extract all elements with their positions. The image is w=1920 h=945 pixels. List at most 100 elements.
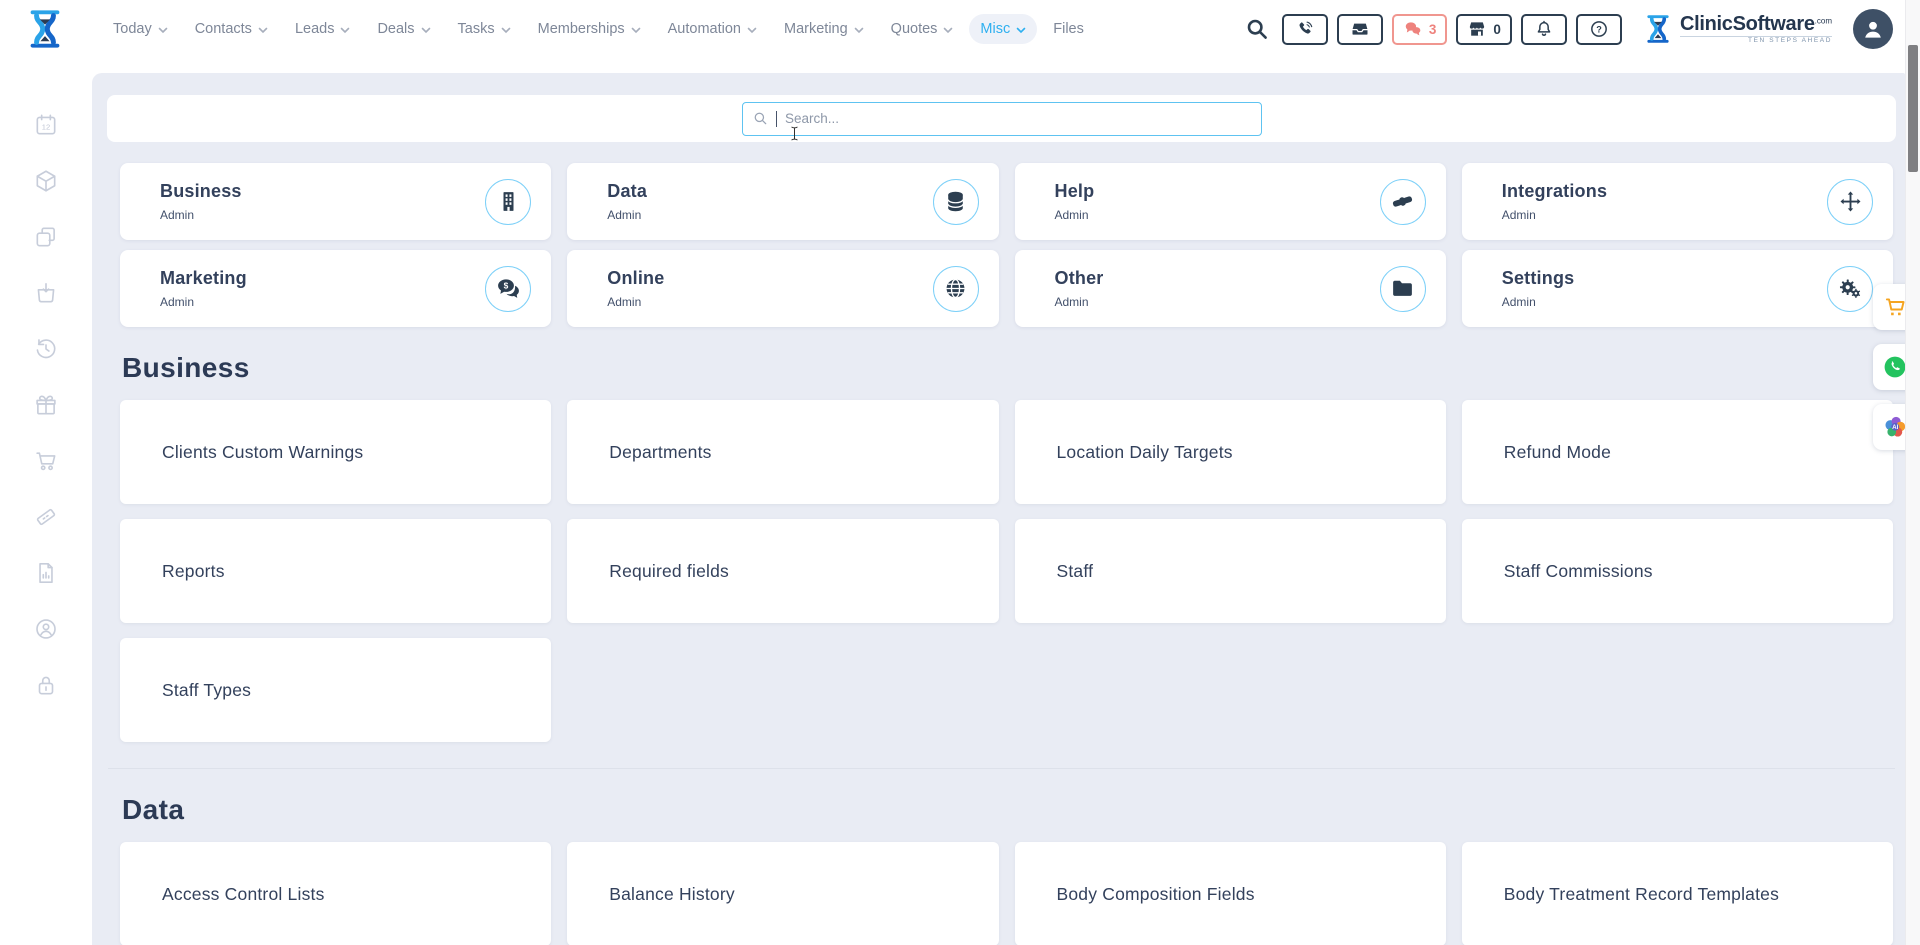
left-sidebar: 12 bbox=[0, 58, 92, 945]
chevron-down-icon bbox=[501, 27, 511, 34]
category-card-online[interactable]: Online Admin bbox=[567, 250, 998, 327]
nav-memberships[interactable]: Memberships bbox=[527, 14, 652, 44]
register-button[interactable]: 0 bbox=[1456, 14, 1512, 45]
tile-clients-custom-warnings[interactable]: Clients Custom Warnings bbox=[120, 400, 551, 504]
brand-tld: .com bbox=[1815, 16, 1832, 25]
copy-icon[interactable] bbox=[33, 224, 59, 250]
nav-quotes[interactable]: Quotes bbox=[880, 14, 965, 44]
lock-icon[interactable] bbox=[33, 672, 59, 698]
tile-reports[interactable]: Reports bbox=[120, 519, 551, 623]
text-caret bbox=[776, 111, 778, 127]
tile-balance-history[interactable]: Balance History bbox=[567, 842, 998, 945]
inbox-button[interactable] bbox=[1337, 14, 1383, 45]
tile-body-composition-fields[interactable]: Body Composition Fields bbox=[1015, 842, 1446, 945]
chevron-down-icon bbox=[943, 27, 953, 34]
category-card-settings[interactable]: Settings Admin bbox=[1462, 250, 1893, 327]
report-icon[interactable] bbox=[33, 560, 59, 586]
category-card-marketing[interactable]: Marketing Admin $ bbox=[120, 250, 551, 327]
user-circle-icon[interactable] bbox=[33, 616, 59, 642]
tile-required-fields[interactable]: Required fields bbox=[567, 519, 998, 623]
chevron-down-icon bbox=[854, 27, 864, 34]
gears-icon bbox=[1827, 266, 1873, 312]
data-tiles: Access Control Lists Balance History Bod… bbox=[120, 842, 1893, 945]
brand-tagline: TEN STEPS AHEAD bbox=[1680, 36, 1832, 45]
phone-button[interactable] bbox=[1282, 14, 1328, 45]
nav-marketing[interactable]: Marketing bbox=[773, 14, 875, 44]
header-actions: 3 0 ? bbox=[1245, 9, 1893, 49]
chevron-down-icon bbox=[747, 27, 757, 34]
nav-tasks[interactable]: Tasks bbox=[447, 14, 522, 44]
folder-icon bbox=[1380, 266, 1426, 312]
nav-today[interactable]: Today bbox=[102, 14, 179, 44]
tile-staff[interactable]: Staff bbox=[1015, 519, 1446, 623]
category-card-business[interactable]: Business Admin bbox=[120, 163, 551, 240]
tile-body-treatment-record-templates[interactable]: Body Treatment Record Templates bbox=[1462, 842, 1893, 945]
cube-icon[interactable] bbox=[33, 168, 59, 194]
chevron-down-icon bbox=[158, 27, 168, 34]
globe-icon bbox=[933, 266, 979, 312]
svg-text:AI: AI bbox=[1892, 424, 1899, 431]
move-arrows-icon bbox=[1827, 179, 1873, 225]
page-scrollbar[interactable] bbox=[1905, 0, 1920, 945]
section-title-data: Data bbox=[122, 794, 1905, 826]
text-cursor-pointer bbox=[787, 126, 802, 141]
svg-text:?: ? bbox=[1596, 24, 1602, 34]
clinicsoftware-brand[interactable]: ClinicSoftware.com TEN STEPS AHEAD bbox=[1641, 11, 1832, 47]
tile-location-daily-targets[interactable]: Location Daily Targets bbox=[1015, 400, 1446, 504]
search-icon[interactable] bbox=[1245, 17, 1269, 41]
bell-icon bbox=[1534, 19, 1554, 39]
help-icon: ? bbox=[1589, 19, 1609, 39]
tile-staff-types[interactable]: Staff Types bbox=[120, 638, 551, 742]
tile-staff-commissions[interactable]: Staff Commissions bbox=[1462, 519, 1893, 623]
category-card-other[interactable]: Other Admin bbox=[1015, 250, 1446, 327]
chat-icon bbox=[1403, 19, 1423, 39]
basket-down-icon[interactable] bbox=[33, 280, 59, 306]
misc-admin-panel: Business Admin Data Admin Help bbox=[92, 73, 1905, 945]
database-icon bbox=[933, 179, 979, 225]
chevron-down-icon bbox=[258, 27, 268, 34]
hourglass-logo-icon bbox=[1641, 11, 1675, 47]
clinicsoftware-app: Today Contacts Leads Deals Tasks Members… bbox=[0, 0, 1920, 945]
chat-count-badge: 3 bbox=[1429, 22, 1437, 37]
user-avatar[interactable] bbox=[1853, 9, 1893, 49]
category-card-data[interactable]: Data Admin bbox=[567, 163, 998, 240]
hourglass-logo-icon[interactable] bbox=[22, 5, 68, 53]
comments-dollar-icon: $ bbox=[485, 266, 531, 312]
tag-icon[interactable] bbox=[33, 504, 59, 530]
tile-departments[interactable]: Departments bbox=[567, 400, 998, 504]
cart-icon[interactable] bbox=[33, 448, 59, 474]
help-button[interactable]: ? bbox=[1576, 14, 1622, 45]
search-field[interactable] bbox=[742, 102, 1262, 136]
section-divider bbox=[108, 768, 1895, 769]
search-icon bbox=[753, 111, 768, 126]
section-title-business: Business bbox=[122, 352, 1905, 384]
chevron-down-icon bbox=[421, 27, 431, 34]
brand-name: ClinicSoftware bbox=[1680, 13, 1815, 35]
svg-text:12: 12 bbox=[42, 123, 50, 132]
inbox-icon bbox=[1350, 19, 1370, 39]
nav-contacts[interactable]: Contacts bbox=[184, 14, 279, 44]
nav-deals[interactable]: Deals bbox=[366, 14, 441, 44]
category-cards: Business Admin Data Admin Help bbox=[120, 163, 1893, 327]
handshake-icon bbox=[1380, 179, 1426, 225]
main-nav: Today Contacts Leads Deals Tasks Members… bbox=[102, 14, 1095, 44]
nav-automation[interactable]: Automation bbox=[657, 14, 768, 44]
user-icon bbox=[1860, 16, 1886, 42]
chat-button[interactable]: 3 bbox=[1392, 14, 1448, 45]
calendar-12-icon[interactable]: 12 bbox=[33, 112, 59, 138]
nav-misc[interactable]: Misc bbox=[969, 14, 1037, 44]
tile-refund-mode[interactable]: Refund Mode bbox=[1462, 400, 1893, 504]
nav-files[interactable]: Files bbox=[1042, 14, 1095, 44]
tile-access-control-lists[interactable]: Access Control Lists bbox=[120, 842, 551, 945]
nav-leads[interactable]: Leads bbox=[284, 14, 362, 44]
notifications-button[interactable] bbox=[1521, 14, 1567, 45]
history-icon[interactable] bbox=[33, 336, 59, 362]
store-icon bbox=[1467, 19, 1487, 39]
building-icon bbox=[485, 179, 531, 225]
search-input[interactable] bbox=[785, 111, 1251, 126]
gift-icon[interactable] bbox=[33, 392, 59, 418]
category-card-integrations[interactable]: Integrations Admin bbox=[1462, 163, 1893, 240]
category-card-help[interactable]: Help Admin bbox=[1015, 163, 1446, 240]
scrollbar-thumb[interactable] bbox=[1908, 45, 1918, 172]
svg-text:$: $ bbox=[503, 280, 508, 290]
